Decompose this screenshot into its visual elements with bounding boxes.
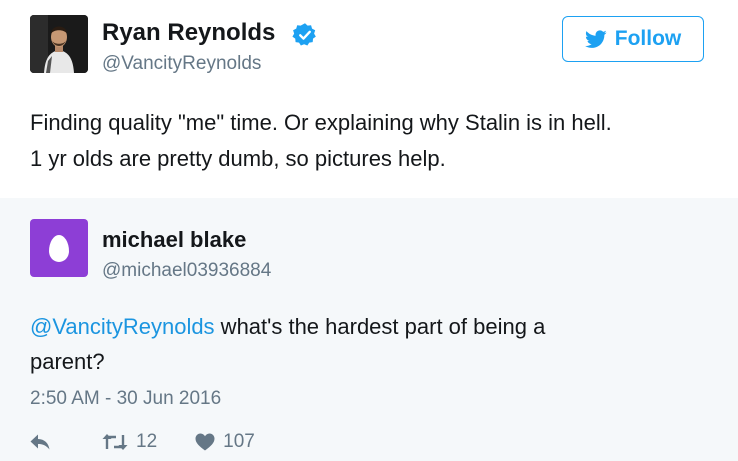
twitter-bird-icon	[584, 29, 607, 48]
author-handle[interactable]: @VancityReynolds	[102, 53, 261, 75]
avatar-photo	[30, 15, 88, 73]
mention-link[interactable]: @VancityReynolds	[30, 314, 215, 339]
retweet-count: 12	[136, 431, 158, 452]
reply-tweet-text: @VancityReynolds what's the hardest part…	[30, 309, 720, 379]
default-egg-icon	[49, 234, 69, 262]
quoted-reply-tweet[interactable]: michael blake @michael03936884 @VancityR…	[0, 198, 738, 461]
avatar[interactable]	[30, 219, 88, 277]
tweet-text: Finding quality "me" time. Or explaining…	[30, 105, 720, 177]
tweet-text-line: Finding quality "me" time. Or explaining…	[30, 110, 612, 135]
main-tweet: Ryan Reynolds @VancityReynolds Follow Fi…	[0, 0, 738, 199]
reply-button[interactable]	[30, 434, 50, 450]
follow-label: Follow	[614, 27, 682, 50]
verified-badge-icon	[292, 23, 316, 46]
reply-author-name[interactable]: michael blake	[102, 227, 246, 253]
like-button[interactable]: 107	[195, 431, 255, 453]
retweet-icon	[102, 434, 128, 450]
tweet-text-line: 1 yr olds are pretty dumb, so pictures h…	[30, 146, 446, 171]
action-bar: 12 107	[30, 430, 255, 454]
reply-text: what's the hardest part of being a	[214, 314, 546, 339]
reply-arrow-icon	[30, 434, 50, 450]
timestamp[interactable]: 2:50 AM - 30 Jun 2016	[30, 388, 221, 410]
reply-author-handle[interactable]: @michael03936884	[102, 260, 271, 282]
retweet-button[interactable]: 12	[102, 431, 157, 453]
like-count: 107	[223, 431, 255, 452]
reply-text-line: parent?	[30, 349, 105, 374]
follow-button[interactable]: Follow	[562, 16, 704, 62]
avatar[interactable]	[30, 15, 88, 73]
heart-icon	[195, 433, 215, 451]
author-name[interactable]: Ryan Reynolds	[102, 19, 275, 47]
